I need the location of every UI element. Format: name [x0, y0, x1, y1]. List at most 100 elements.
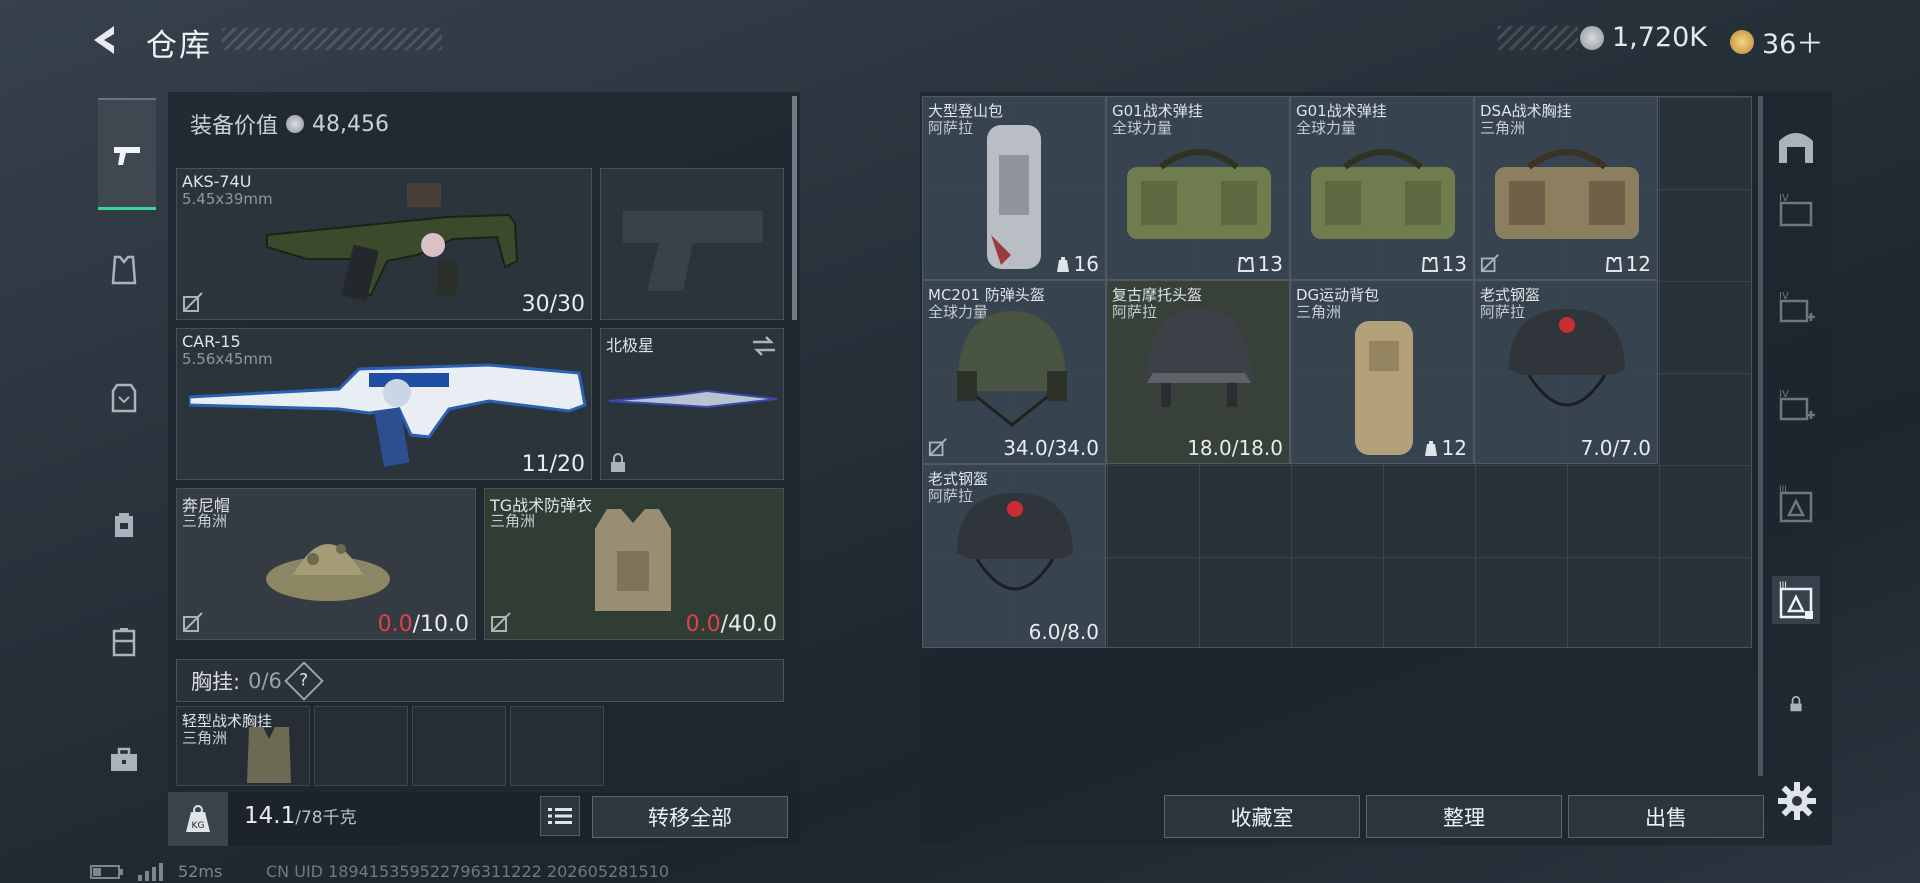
currency-premium-value: 36＋: [1762, 29, 1824, 60]
aks74u-rifle-image: [266, 183, 519, 302]
nav-armor[interactable]: [98, 244, 150, 296]
nav-backpack[interactable]: [98, 498, 150, 550]
item-durability: 34.0/34.0: [1003, 436, 1099, 460]
container-tier-icon: IV: [1779, 193, 1813, 227]
broken-durability-icon: [183, 292, 203, 312]
filter-locked[interactable]: [1772, 680, 1820, 728]
swap-icon[interactable]: [751, 335, 777, 357]
gold-coin-icon: [1730, 29, 1754, 54]
primary-weapon-slot[interactable]: AKS-74U 5.45x39mm 30/30: [176, 168, 592, 320]
moto-helmet-image: [1147, 309, 1251, 407]
stash-scrollbar[interactable]: [1758, 96, 1763, 776]
filter-all[interactable]: [1772, 122, 1820, 170]
filter-tier-3-armor-active[interactable]: III: [1772, 576, 1820, 624]
item-capacity: 12: [1625, 252, 1651, 276]
helmet-origin: 三角洲: [182, 512, 228, 530]
item-capacity: 12: [1441, 436, 1467, 460]
page-title: 仓库: [146, 28, 212, 64]
stash-item[interactable]: 老式钢盔 阿萨拉 7.0/7.0: [1474, 280, 1658, 464]
pistol-slot-empty[interactable]: [600, 168, 784, 320]
toolbox-icon: [111, 747, 137, 771]
helmet-durability-max: /10.0: [412, 612, 469, 637]
filter-tier-4-medical-2[interactable]: IV: [1772, 382, 1820, 430]
melee-slot[interactable]: 北极星: [600, 328, 784, 480]
case-icon: [112, 628, 136, 657]
broken-durability-icon: [491, 612, 511, 632]
stash-item[interactable]: G01战术弹挂 全球力量 13: [1290, 96, 1474, 280]
backpack-icon: [115, 513, 133, 537]
item-origin: 阿萨拉: [928, 119, 974, 137]
weapon-ammo: 11/20: [521, 452, 585, 477]
svg-text:IV: IV: [1779, 193, 1789, 204]
sort-button[interactable]: 整理: [1366, 795, 1562, 838]
filter-tier-4-container[interactable]: IV: [1772, 186, 1820, 234]
list-icon: [548, 808, 572, 824]
svg-text:IV: IV: [1779, 291, 1789, 302]
broken-durability-icon: [1480, 254, 1499, 273]
rig-capacity-icon: [1421, 257, 1438, 272]
user-uid: CN UID 189415359522796311222 20260528151…: [266, 862, 670, 881]
rig-capacity-icon: [1605, 257, 1622, 272]
armor-tier-icon: III: [1779, 581, 1813, 619]
nav-vest[interactable]: [98, 372, 150, 424]
stash-item[interactable]: DG运动背包 三角洲 12: [1290, 280, 1474, 464]
boonie-hat-image: [266, 544, 390, 601]
loadout-scrollbar[interactable]: [792, 96, 797, 320]
item-origin: 全球力量: [1296, 119, 1357, 137]
stash-item[interactable]: MC201 防弹头盔 全球力量 34.0/34.0: [922, 280, 1106, 464]
armor-durability-max: /40.0: [720, 612, 777, 637]
item-durability: 18.0/18.0: [1187, 436, 1283, 460]
stash-item[interactable]: 复古摩托头盔 阿萨拉 18.0/18.0: [1106, 280, 1290, 464]
weapon-name: AKS-74U: [182, 172, 252, 191]
back-arrow-icon[interactable]: [88, 22, 124, 58]
pistol-icon: [114, 146, 140, 165]
equipment-value-amount: 48,456: [312, 111, 389, 137]
stash-item[interactable]: 老式钢盔 阿萨拉 6.0/8.0: [922, 464, 1106, 648]
chest-rig-image: [1495, 149, 1639, 239]
sport-backpack-image: [1355, 321, 1413, 455]
chest-rig-slot-empty[interactable]: [412, 706, 506, 786]
mountain-backpack-image: [987, 125, 1041, 269]
stash-item[interactable]: 大型登山包 阿萨拉 16: [922, 96, 1106, 280]
svg-text:III: III: [1779, 581, 1787, 591]
collection-room-button[interactable]: 收藏室: [1164, 795, 1360, 838]
pistol-silhouette-icon: [623, 211, 763, 291]
medical-tier-icon: IV: [1779, 389, 1815, 421]
chest-item-origin: 三角洲: [182, 729, 228, 747]
helmet-durability-current: 0.0: [377, 612, 413, 637]
equipment-value-label: 装备价值: [190, 114, 279, 139]
chest-rig-slot-empty[interactable]: [510, 706, 604, 786]
settings-gear-icon[interactable]: [1776, 780, 1818, 822]
svg-text:III: III: [1779, 485, 1787, 495]
armor-tier-icon: III: [1779, 485, 1813, 523]
arch-icon: [1779, 133, 1813, 163]
armor-slot[interactable]: TG战术防弹衣 三角洲 0.0/40.0: [484, 488, 784, 640]
currency-premium[interactable]: 36＋: [1730, 22, 1823, 61]
nav-case[interactable]: [98, 616, 150, 668]
ping-value: 52ms: [178, 862, 223, 881]
currency-coins: 1,720K: [1580, 22, 1707, 53]
transfer-all-button[interactable]: 转移全部: [592, 796, 788, 838]
help-icon[interactable]: ?: [284, 660, 324, 701]
helmet-slot[interactable]: 奔尼帽 三角洲 0.0/10.0: [176, 488, 476, 640]
capacity-icon: [1424, 441, 1437, 456]
filter-tier-4-medical[interactable]: IV: [1772, 284, 1820, 332]
combat-helmet-image: [957, 311, 1067, 427]
weapon-ammo: 30/30: [521, 292, 585, 317]
secondary-weapon-slot[interactable]: CAR-15 5.56x45mm 11/20: [176, 328, 592, 480]
armor-icon: [111, 255, 137, 285]
stash-item[interactable]: G01战术弹挂 全球力量 13: [1106, 96, 1290, 280]
chest-rig-slot[interactable]: 轻型战术胸挂 三角洲: [176, 706, 310, 786]
stash-item[interactable]: DSA战术胸挂 三角洲 12: [1474, 96, 1658, 280]
item-durability: 7.0/7.0: [1580, 436, 1651, 460]
chest-rig-slot-empty[interactable]: [314, 706, 408, 786]
nav-weapon[interactable]: [98, 98, 156, 210]
item-capacity: 13: [1441, 252, 1467, 276]
filter-tier-3-armor[interactable]: III: [1772, 480, 1820, 528]
sell-button[interactable]: 出售: [1568, 795, 1764, 838]
equipment-value: 装备价值 48,456: [190, 108, 389, 140]
list-view-button[interactable]: [540, 796, 580, 836]
nav-toolbox[interactable]: [98, 734, 150, 786]
tactical-rig-image: [1127, 149, 1271, 239]
chest-rig-header: 胸挂: 0/6 ?: [176, 659, 784, 702]
